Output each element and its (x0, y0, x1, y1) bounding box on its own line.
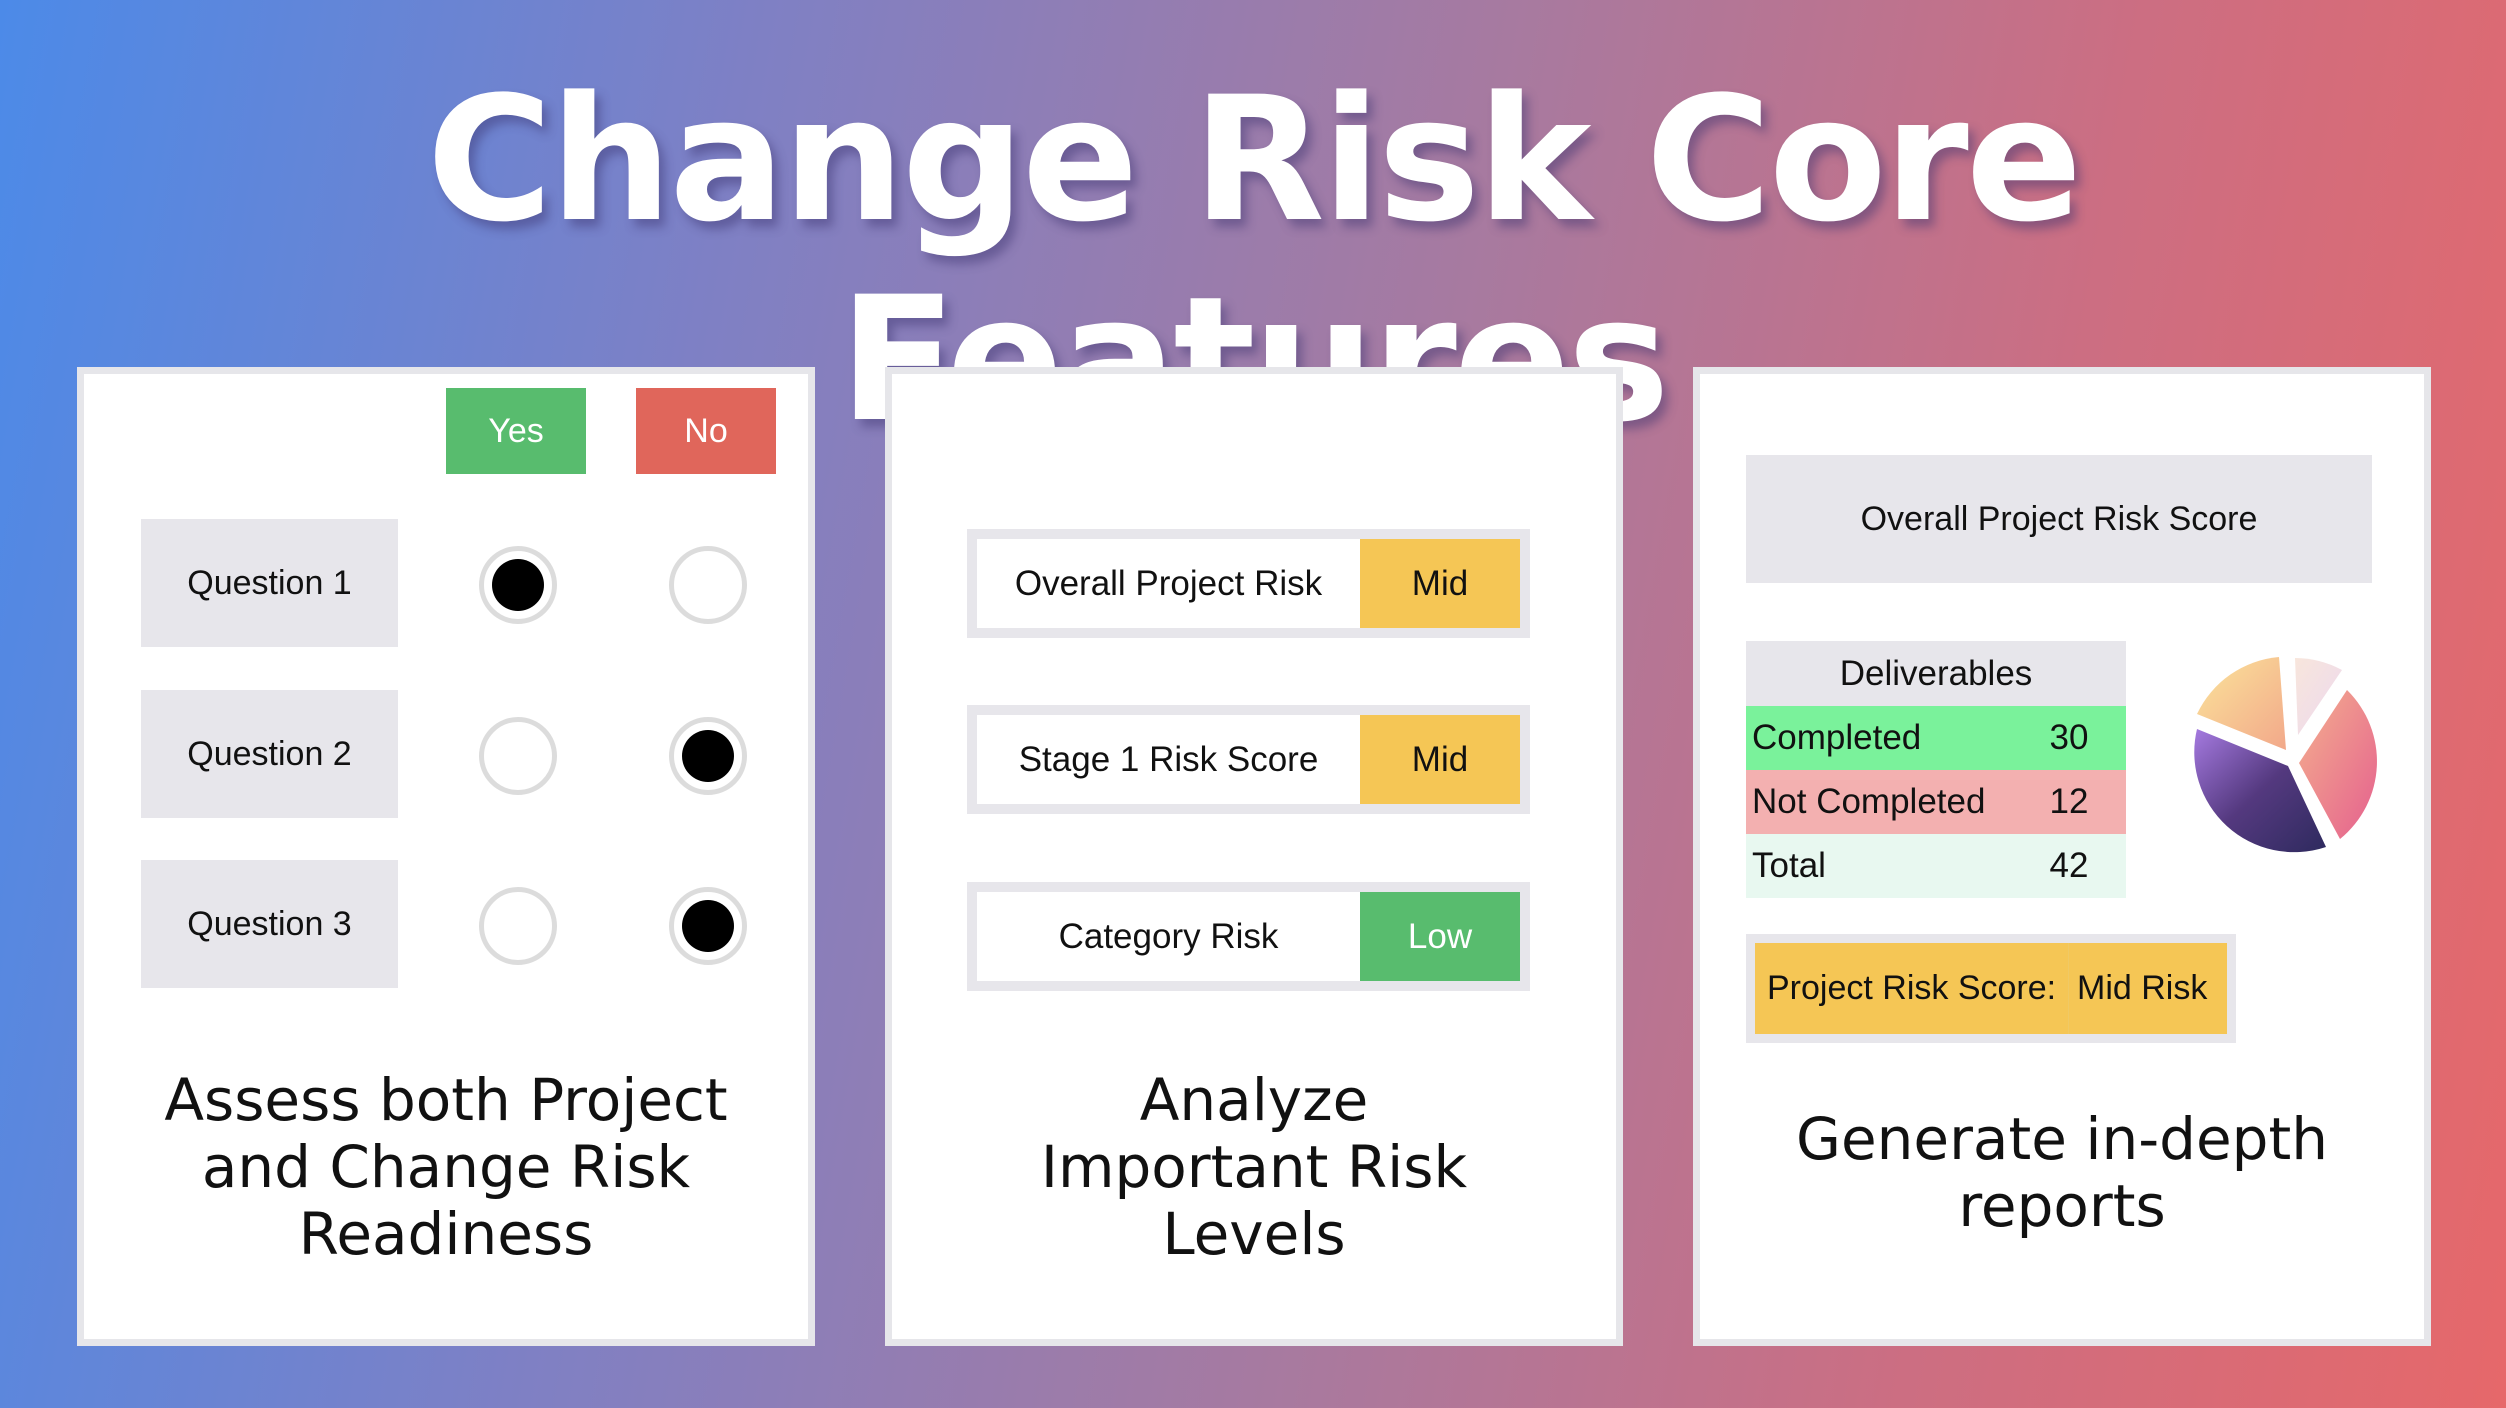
row-value: 42 (2049, 846, 2089, 885)
question-1-yes-radio[interactable] (479, 546, 557, 624)
row-label: Completed (1752, 718, 1922, 757)
risk-level-badge: Low (1360, 892, 1520, 981)
score-value: Mid Risk (2077, 969, 2208, 1007)
no-label: No (684, 411, 728, 450)
risk-label: Category Risk (1058, 916, 1279, 956)
row-value: 12 (2049, 782, 2089, 821)
caption-line: Important Risk (1040, 1133, 1468, 1201)
caption-line: Assess both Project (164, 1066, 728, 1134)
risk-level-badge: Mid (1360, 715, 1520, 804)
row-value: 30 (2049, 718, 2089, 757)
caption-line: and Change Risk (201, 1133, 691, 1201)
caption-line: Readiness (298, 1200, 594, 1268)
analyze-risk-levels-card: Overall Project Risk Mid Stage 1 Risk Sc… (885, 367, 1623, 1346)
row-label: Not Completed (1752, 782, 1986, 821)
score-label: Project Risk Score: (1755, 943, 2069, 1034)
risk-row: Category Risk Low (967, 882, 1530, 991)
risk-row: Stage 1 Risk Score Mid (967, 705, 1530, 814)
question-label: Question 1 (141, 519, 398, 647)
risk-label: Stage 1 Risk Score (1018, 739, 1319, 779)
caption-line: reports (1958, 1172, 2166, 1240)
caption-line: Levels (1162, 1200, 1346, 1268)
card-caption: Assess both Project and Change Risk Read… (84, 1067, 808, 1268)
generate-reports-card: Overall Project Risk Score Deliverables … (1693, 367, 2431, 1346)
question-label: Question 3 (141, 860, 398, 988)
no-column-header: No (636, 388, 776, 474)
risk-row: Overall Project Risk Mid (967, 529, 1530, 638)
table-row: Not Completed 12 (1746, 770, 2126, 834)
deliverables-title: Deliverables (1746, 641, 2126, 706)
risk-label: Overall Project Risk (1014, 563, 1323, 603)
radio-selected-dot (682, 900, 734, 952)
row-label: Total (1752, 846, 1826, 885)
card-caption: Generate in-depth reports (1700, 1106, 2424, 1240)
yes-label: Yes (488, 411, 544, 450)
table-row: Total 42 (1746, 834, 2126, 898)
pie-chart-icon (2194, 657, 2377, 853)
card-caption: Analyze Important Risk Levels (892, 1067, 1616, 1268)
radio-selected-dot (682, 730, 734, 782)
question-2-no-radio[interactable] (669, 717, 747, 795)
question-1-no-radio[interactable] (669, 546, 747, 624)
project-risk-score-box: Project Risk Score: Mid Risk (1746, 934, 2236, 1043)
page-title: Change Risk Core Features (426, 59, 2083, 460)
deliverables-table: Deliverables Completed 30 Not Completed … (1746, 641, 2126, 898)
caption-line: Generate in-depth (1796, 1105, 2328, 1173)
risk-level-badge: Mid (1360, 539, 1520, 628)
question-3-no-radio[interactable] (669, 887, 747, 965)
assess-readiness-card: Yes No Question 1 Question 2 Question 3 … (77, 367, 815, 1346)
table-row: Completed 30 (1746, 706, 2126, 770)
caption-line: Analyze (1139, 1066, 1369, 1134)
report-header: Overall Project Risk Score (1746, 455, 2372, 583)
question-3-yes-radio[interactable] (479, 887, 557, 965)
question-label: Question 2 (141, 690, 398, 818)
pie-slice-purple (2194, 729, 2326, 853)
yes-column-header: Yes (446, 388, 586, 474)
radio-selected-dot (492, 559, 544, 611)
question-2-yes-radio[interactable] (479, 717, 557, 795)
